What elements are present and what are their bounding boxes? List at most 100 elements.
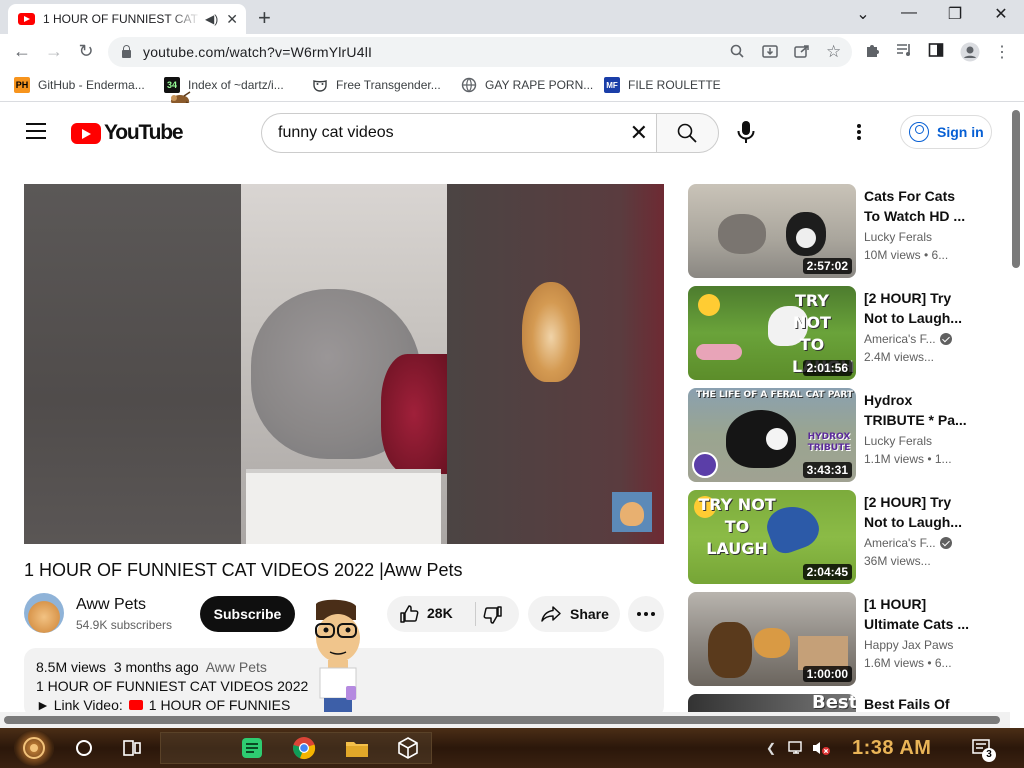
search-lens-icon[interactable]: [730, 44, 744, 58]
recommendation-item[interactable]: THE LIFE OF A FERAL CAT PART 4 HYDROX TR…: [688, 388, 988, 482]
thumbnail-overlay-text: TRY NOT TO LAUGH: [698, 495, 776, 558]
url-text[interactable]: youtube.com/watch?v=W6rmYlrU4lI: [143, 44, 372, 60]
new-tab-button[interactable]: +: [258, 5, 271, 31]
share-page-icon[interactable]: [794, 43, 810, 59]
recommendation-channel: Lucky Ferals: [864, 434, 933, 448]
thumbnail[interactable]: Best: [688, 694, 856, 712]
tab-title: 1 HOUR OF FUNNIEST CAT VIDEOS 2022 |Aww …: [43, 12, 201, 26]
recommendation-channel: America's F...: [864, 332, 952, 346]
guide-menu-icon[interactable]: [26, 123, 46, 144]
duration-badge: 2:57:02: [802, 258, 852, 274]
subscriber-count: 54.9K subscribers: [76, 618, 173, 632]
extensions-puzzle-icon[interactable]: [864, 42, 884, 58]
recommendation-item[interactable]: Best Best Fails Of: [688, 694, 988, 712]
search-input[interactable]: funny cat videos ✕: [261, 113, 656, 153]
search-query-text[interactable]: funny cat videos: [278, 124, 630, 142]
thumbnail-overlay-text-2: HYDROX TRIBUTE: [807, 432, 851, 453]
video-blur-left: [24, 184, 241, 544]
thumbnail[interactable]: 2:57:02: [688, 184, 856, 278]
recommendation-title[interactable]: [1 HOUR] Ultimate Cats ...: [864, 594, 970, 634]
tab-strip: 1 HOUR OF FUNNIEST CAT VIDEOS 2022 |Aww …: [0, 0, 1024, 34]
like-count[interactable]: 28K: [427, 605, 453, 621]
tray-overflow-chevron-icon[interactable]: ❮: [766, 741, 776, 755]
thumbnail[interactable]: THE LIFE OF A FERAL CAT PART 4 HYDROX TR…: [688, 388, 856, 482]
video-player[interactable]: [24, 184, 664, 544]
taskbar-clock[interactable]: 1:38 AM: [852, 737, 931, 760]
like-divider: [475, 602, 476, 626]
youtube-mini-icon: [128, 700, 143, 710]
recommendation-title[interactable]: Hydrox TRIBUTE * Pa...: [864, 390, 970, 430]
recommendation-item[interactable]: TRY NOT TO LAUGH 2:01:56 [2 HOUR] Try No…: [688, 286, 988, 380]
back-button[interactable]: ←: [10, 41, 34, 62]
cortana-search-icon[interactable]: [72, 736, 96, 760]
settings-more-icon[interactable]: [856, 123, 862, 141]
restore-button[interactable]: ❐: [932, 4, 978, 24]
minimize-button[interactable]: —: [886, 4, 932, 22]
install-app-icon[interactable]: [762, 43, 778, 59]
desktop-cartoon-character-icon: [306, 598, 366, 726]
thumbnail[interactable]: TRY NOT TO LAUGH 2:04:45: [688, 490, 856, 584]
channel-name[interactable]: Aww Pets: [76, 596, 146, 614]
task-view-icon[interactable]: [120, 736, 144, 760]
forward-button[interactable]: →: [42, 41, 66, 62]
vertical-scrollbar-thumb[interactable]: [1012, 110, 1020, 268]
recommendation-meta: 2.4M views...: [864, 350, 935, 364]
horizontal-scrollbar-thumb[interactable]: [4, 716, 1000, 724]
recommendation-title[interactable]: [2 HOUR] Try Not to Laugh...: [864, 492, 970, 532]
recommendation-item[interactable]: 2:57:02 Cats For Cats To Watch HD ... Lu…: [688, 184, 988, 278]
youtube-logo[interactable]: YouTube: [71, 121, 184, 145]
file-explorer-icon[interactable]: [345, 736, 369, 760]
thumbnail[interactable]: 1:00:00: [688, 592, 856, 686]
bookmark-item-globe[interactable]: GAY RAPE PORN...: [461, 77, 593, 93]
recommendation-meta: 36M views...: [864, 554, 931, 568]
more-actions-button[interactable]: [628, 596, 664, 632]
tab-youtube[interactable]: 1 HOUR OF FUNNIEST CAT VIDEOS 2022 |Aww …: [8, 4, 246, 34]
bookmark-label: Index of ~dartz/i...: [188, 78, 284, 92]
bookmark-label: Free Transgender...: [336, 78, 441, 92]
notes-app-icon[interactable]: [240, 736, 264, 760]
link-prefix: ► Link Video:: [36, 697, 123, 713]
recommendation-title[interactable]: Cats For Cats To Watch HD ...: [864, 186, 970, 226]
recommendation-item[interactable]: 1:00:00 [1 HOUR] Ultimate Cats ... Happy…: [688, 592, 988, 686]
clear-search-icon[interactable]: ✕: [630, 120, 648, 146]
subscribe-button[interactable]: Subscribe: [200, 596, 295, 632]
recommendation-item[interactable]: TRY NOT TO LAUGH 2:04:45 [2 HOUR] Try No…: [688, 490, 988, 584]
network-icon[interactable]: [788, 740, 806, 756]
description-tag[interactable]: Aww Pets: [206, 659, 267, 675]
recommendation-title[interactable]: [2 HOUR] Try Not to Laugh...: [864, 288, 970, 328]
video-title: 1 HOUR OF FUNNIEST CAT VIDEOS 2022 |Aww …: [24, 560, 463, 580]
tab-search-chevron-icon[interactable]: ⌄: [840, 4, 886, 24]
chrome-menu-icon[interactable]: ⋮: [992, 42, 1012, 62]
description-link[interactable]: 1 HOUR OF FUNNIES: [149, 697, 291, 713]
search-button[interactable]: [656, 113, 719, 153]
audio-playing-icon[interactable]: ◀): [205, 12, 218, 26]
bookmark-item-transgender[interactable]: Free Transgender...: [312, 77, 441, 93]
youtube-play-icon: [71, 122, 101, 144]
bookmark-label: FILE ROULETTE: [628, 78, 721, 92]
chrome-app-icon[interactable]: [292, 736, 316, 760]
thumbnail[interactable]: TRY NOT TO LAUGH 2:01:56: [688, 286, 856, 380]
3d-box-app-icon[interactable]: [396, 736, 420, 760]
side-panel-icon[interactable]: [928, 42, 948, 58]
volume-muted-icon[interactable]: [812, 740, 830, 756]
channel-watermark-icon[interactable]: [612, 492, 652, 532]
start-button[interactable]: [14, 730, 54, 766]
microphone-icon[interactable]: [736, 120, 756, 144]
tab-close-icon[interactable]: ✕: [226, 11, 238, 28]
profile-avatar-icon[interactable]: [960, 42, 980, 62]
sign-in-button[interactable]: Sign in: [900, 115, 992, 149]
media-controls-icon[interactable]: [896, 42, 916, 58]
lock-icon[interactable]: [122, 44, 131, 58]
reload-button[interactable]: ↻: [74, 41, 98, 62]
dislike-button[interactable]: [483, 605, 503, 625]
bookmark-star-icon[interactable]: ☆: [826, 42, 841, 62]
duration-badge: 2:01:56: [802, 360, 852, 376]
recommendation-title[interactable]: Best Fails Of: [864, 694, 970, 712]
like-button[interactable]: [399, 604, 419, 624]
bookmark-item-file-roulette[interactable]: MF FILE ROULETTE: [604, 77, 721, 93]
bookmark-item-github[interactable]: PH GitHub - Enderma...: [14, 77, 145, 93]
share-button[interactable]: Share: [528, 596, 620, 632]
video-frame: [241, 184, 447, 544]
channel-avatar[interactable]: [24, 593, 64, 633]
close-window-button[interactable]: ✕: [978, 4, 1024, 24]
